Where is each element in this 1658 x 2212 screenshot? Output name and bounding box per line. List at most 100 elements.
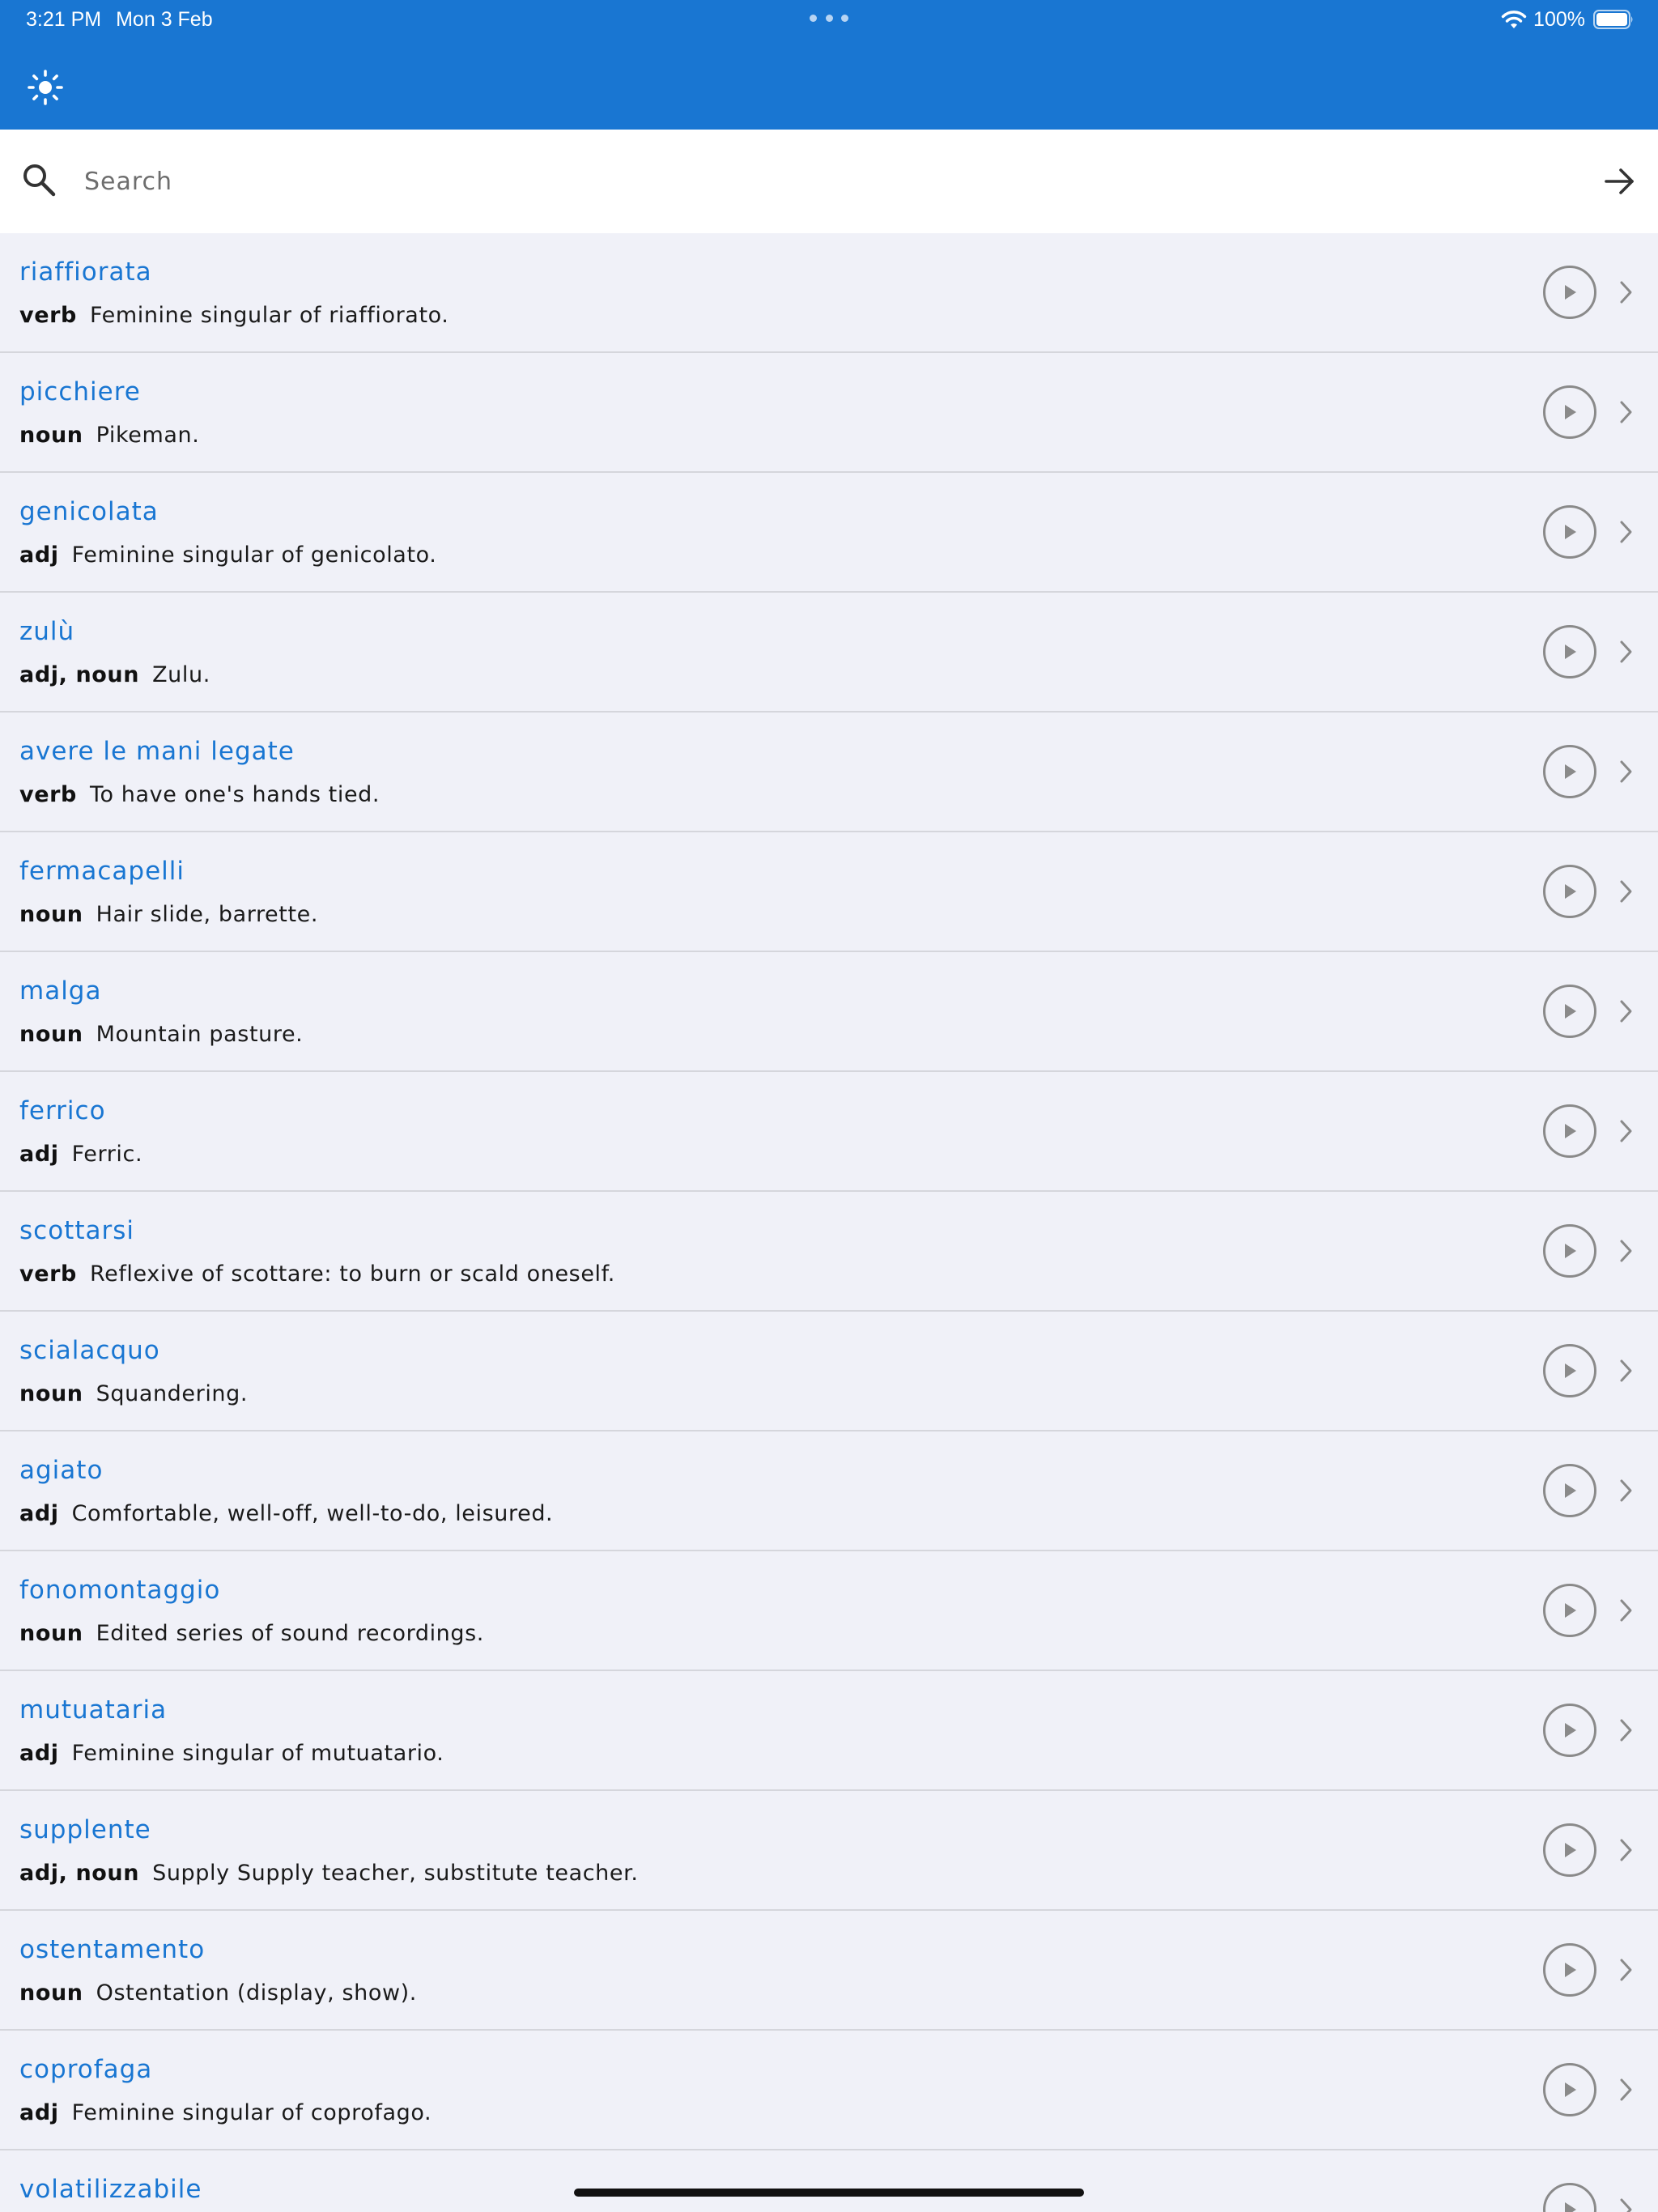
part-of-speech: adj xyxy=(19,1741,59,1766)
play-pronunciation-button[interactable] xyxy=(1543,625,1596,678)
play-pronunciation-button[interactable] xyxy=(1543,1584,1596,1637)
word-term: picchiere xyxy=(19,377,141,406)
part-of-speech: adj xyxy=(19,542,59,568)
definition-text: To have one's hands tied. xyxy=(89,782,380,807)
play-pronunciation-button[interactable] xyxy=(1543,266,1596,319)
definition-text: Reflexive of scottare: to burn or scald … xyxy=(89,1261,615,1287)
play-pronunciation-button[interactable] xyxy=(1543,1464,1596,1517)
word-list-item[interactable]: ostentamento noun Ostentation (display, s… xyxy=(0,1911,1658,2031)
home-indicator[interactable] xyxy=(574,2189,1084,2197)
play-pronunciation-button[interactable] xyxy=(1543,505,1596,559)
play-pronunciation-button[interactable] xyxy=(1543,1104,1596,1158)
chevron-right-icon[interactable] xyxy=(1614,2076,1637,2104)
part-of-speech: noun xyxy=(19,902,83,927)
chevron-right-icon[interactable] xyxy=(1614,279,1637,306)
app-root: 3:21 PM Mon 3 Feb 100% Search riaffiorat… xyxy=(0,0,1658,2212)
word-definition-line: noun Squandering. xyxy=(19,1381,248,1406)
part-of-speech: adj, noun xyxy=(19,662,140,687)
chevron-right-icon[interactable] xyxy=(1614,1237,1637,1265)
word-list-item[interactable]: fonomontaggio noun Edited series of sound… xyxy=(0,1551,1658,1671)
chevron-right-icon[interactable] xyxy=(1614,638,1637,666)
word-list-item[interactable]: mutuataria adj Feminine singular of mutua… xyxy=(0,1671,1658,1791)
word-definition-line: adj Feminine singular of coprofago. xyxy=(19,2100,432,2125)
chevron-right-icon[interactable] xyxy=(1614,2196,1637,2212)
part-of-speech: adj xyxy=(19,1501,59,1526)
part-of-speech: verb xyxy=(19,303,77,328)
chevron-right-icon[interactable] xyxy=(1614,1836,1637,1864)
play-pronunciation-button[interactable] xyxy=(1543,385,1596,439)
play-pronunciation-button[interactable] xyxy=(1543,1823,1596,1877)
play-pronunciation-button[interactable] xyxy=(1543,1344,1596,1397)
word-list-item[interactable]: avere le mani legate verb To have one's h… xyxy=(0,713,1658,832)
word-list-item[interactable]: zulù adj, noun Zulu. xyxy=(0,593,1658,713)
word-term: avere le mani legate xyxy=(19,737,295,766)
multitasking-dots-icon[interactable] xyxy=(810,15,848,23)
search-input[interactable] xyxy=(84,159,1541,204)
part-of-speech: adj xyxy=(19,2100,59,2125)
word-term: fonomontaggio xyxy=(19,1576,221,1605)
play-pronunciation-button[interactable] xyxy=(1543,865,1596,918)
word-list-item[interactable]: supplente adj, noun Supply Supply teacher… xyxy=(0,1791,1658,1911)
word-list-item[interactable]: volatilizzabile xyxy=(0,2150,1658,2212)
chevron-right-icon[interactable] xyxy=(1614,1597,1637,1624)
word-list-item[interactable]: genicolata adj Feminine singular of genic… xyxy=(0,473,1658,593)
definition-text: Supply Supply teacher, substitute teache… xyxy=(152,1861,639,1886)
chevron-right-icon[interactable] xyxy=(1614,1117,1637,1145)
definition-text: Ferric. xyxy=(71,1142,143,1167)
word-list-item[interactable]: coprofaga adj Feminine singular of coprof… xyxy=(0,2031,1658,2150)
chevron-right-icon[interactable] xyxy=(1614,1357,1637,1385)
battery-icon xyxy=(1593,10,1633,29)
word-definition-line: adj, noun Supply Supply teacher, substitu… xyxy=(19,1861,639,1886)
play-pronunciation-button[interactable] xyxy=(1543,745,1596,798)
word-term: scialacquo xyxy=(19,1336,160,1365)
play-icon xyxy=(1565,2202,1576,2212)
word-list-item[interactable]: malga noun Mountain pasture. xyxy=(0,952,1658,1072)
definition-text: Comfortable, well-off, well-to-do, leisu… xyxy=(71,1501,554,1526)
word-list-item[interactable]: picchiere noun Pikeman. xyxy=(0,353,1658,473)
play-pronunciation-button[interactable] xyxy=(1543,2183,1596,2212)
play-pronunciation-button[interactable] xyxy=(1543,1704,1596,1757)
play-icon xyxy=(1565,884,1576,899)
chevron-right-icon[interactable] xyxy=(1614,518,1637,546)
play-icon xyxy=(1565,644,1576,659)
word-definition-line: verb Feminine singular of riaffiorato. xyxy=(19,303,449,328)
play-icon xyxy=(1565,2082,1576,2097)
word-definition-line: adj, noun Zulu. xyxy=(19,662,210,687)
play-pronunciation-button[interactable] xyxy=(1543,2063,1596,2116)
part-of-speech: adj, noun xyxy=(19,1861,140,1886)
definition-text: Ostentation (display, show). xyxy=(96,1980,417,2006)
chevron-right-icon[interactable] xyxy=(1614,758,1637,785)
part-of-speech: noun xyxy=(19,1022,83,1047)
word-definition-line: adj Feminine singular of mutuatario. xyxy=(19,1741,444,1766)
definition-text: Feminine singular of coprofago. xyxy=(71,2100,432,2125)
word-list-item[interactable]: ferrico adj Ferric. xyxy=(0,1072,1658,1192)
word-list-item[interactable]: fermacapelli noun Hair slide, barrette. xyxy=(0,832,1658,952)
part-of-speech: noun xyxy=(19,1980,83,2006)
word-term: riaffiorata xyxy=(19,257,152,287)
play-pronunciation-button[interactable] xyxy=(1543,1224,1596,1278)
word-list-item[interactable]: scottarsi verb Reflexive of scottare: to … xyxy=(0,1192,1658,1312)
word-list-item[interactable]: scialacquo noun Squandering. xyxy=(0,1312,1658,1431)
word-term: supplente xyxy=(19,1815,151,1844)
status-date: Mon 3 Feb xyxy=(116,8,213,31)
play-icon xyxy=(1565,1004,1576,1019)
play-pronunciation-button[interactable] xyxy=(1543,1943,1596,1997)
chevron-right-icon[interactable] xyxy=(1614,1956,1637,1984)
play-icon xyxy=(1565,1483,1576,1498)
chevron-right-icon[interactable] xyxy=(1614,398,1637,426)
sun-icon xyxy=(28,70,63,105)
chevron-right-icon[interactable] xyxy=(1614,1716,1637,1744)
app-header: 3:21 PM Mon 3 Feb 100% xyxy=(0,0,1658,130)
word-list-item[interactable]: agiato adj Comfortable, well-off, well-to… xyxy=(0,1431,1658,1551)
search-icon xyxy=(23,164,56,197)
play-pronunciation-button[interactable] xyxy=(1543,985,1596,1038)
theme-toggle-button[interactable] xyxy=(23,65,68,110)
arrow-right-icon[interactable] xyxy=(1600,162,1639,201)
word-term: scottarsi xyxy=(19,1216,134,1245)
word-definition-line: noun Ostentation (display, show). xyxy=(19,1980,417,2006)
word-list-item[interactable]: riaffiorata verb Feminine singular of ria… xyxy=(0,233,1658,353)
chevron-right-icon[interactable] xyxy=(1614,998,1637,1025)
part-of-speech: noun xyxy=(19,1381,83,1406)
chevron-right-icon[interactable] xyxy=(1614,1477,1637,1504)
chevron-right-icon[interactable] xyxy=(1614,878,1637,905)
